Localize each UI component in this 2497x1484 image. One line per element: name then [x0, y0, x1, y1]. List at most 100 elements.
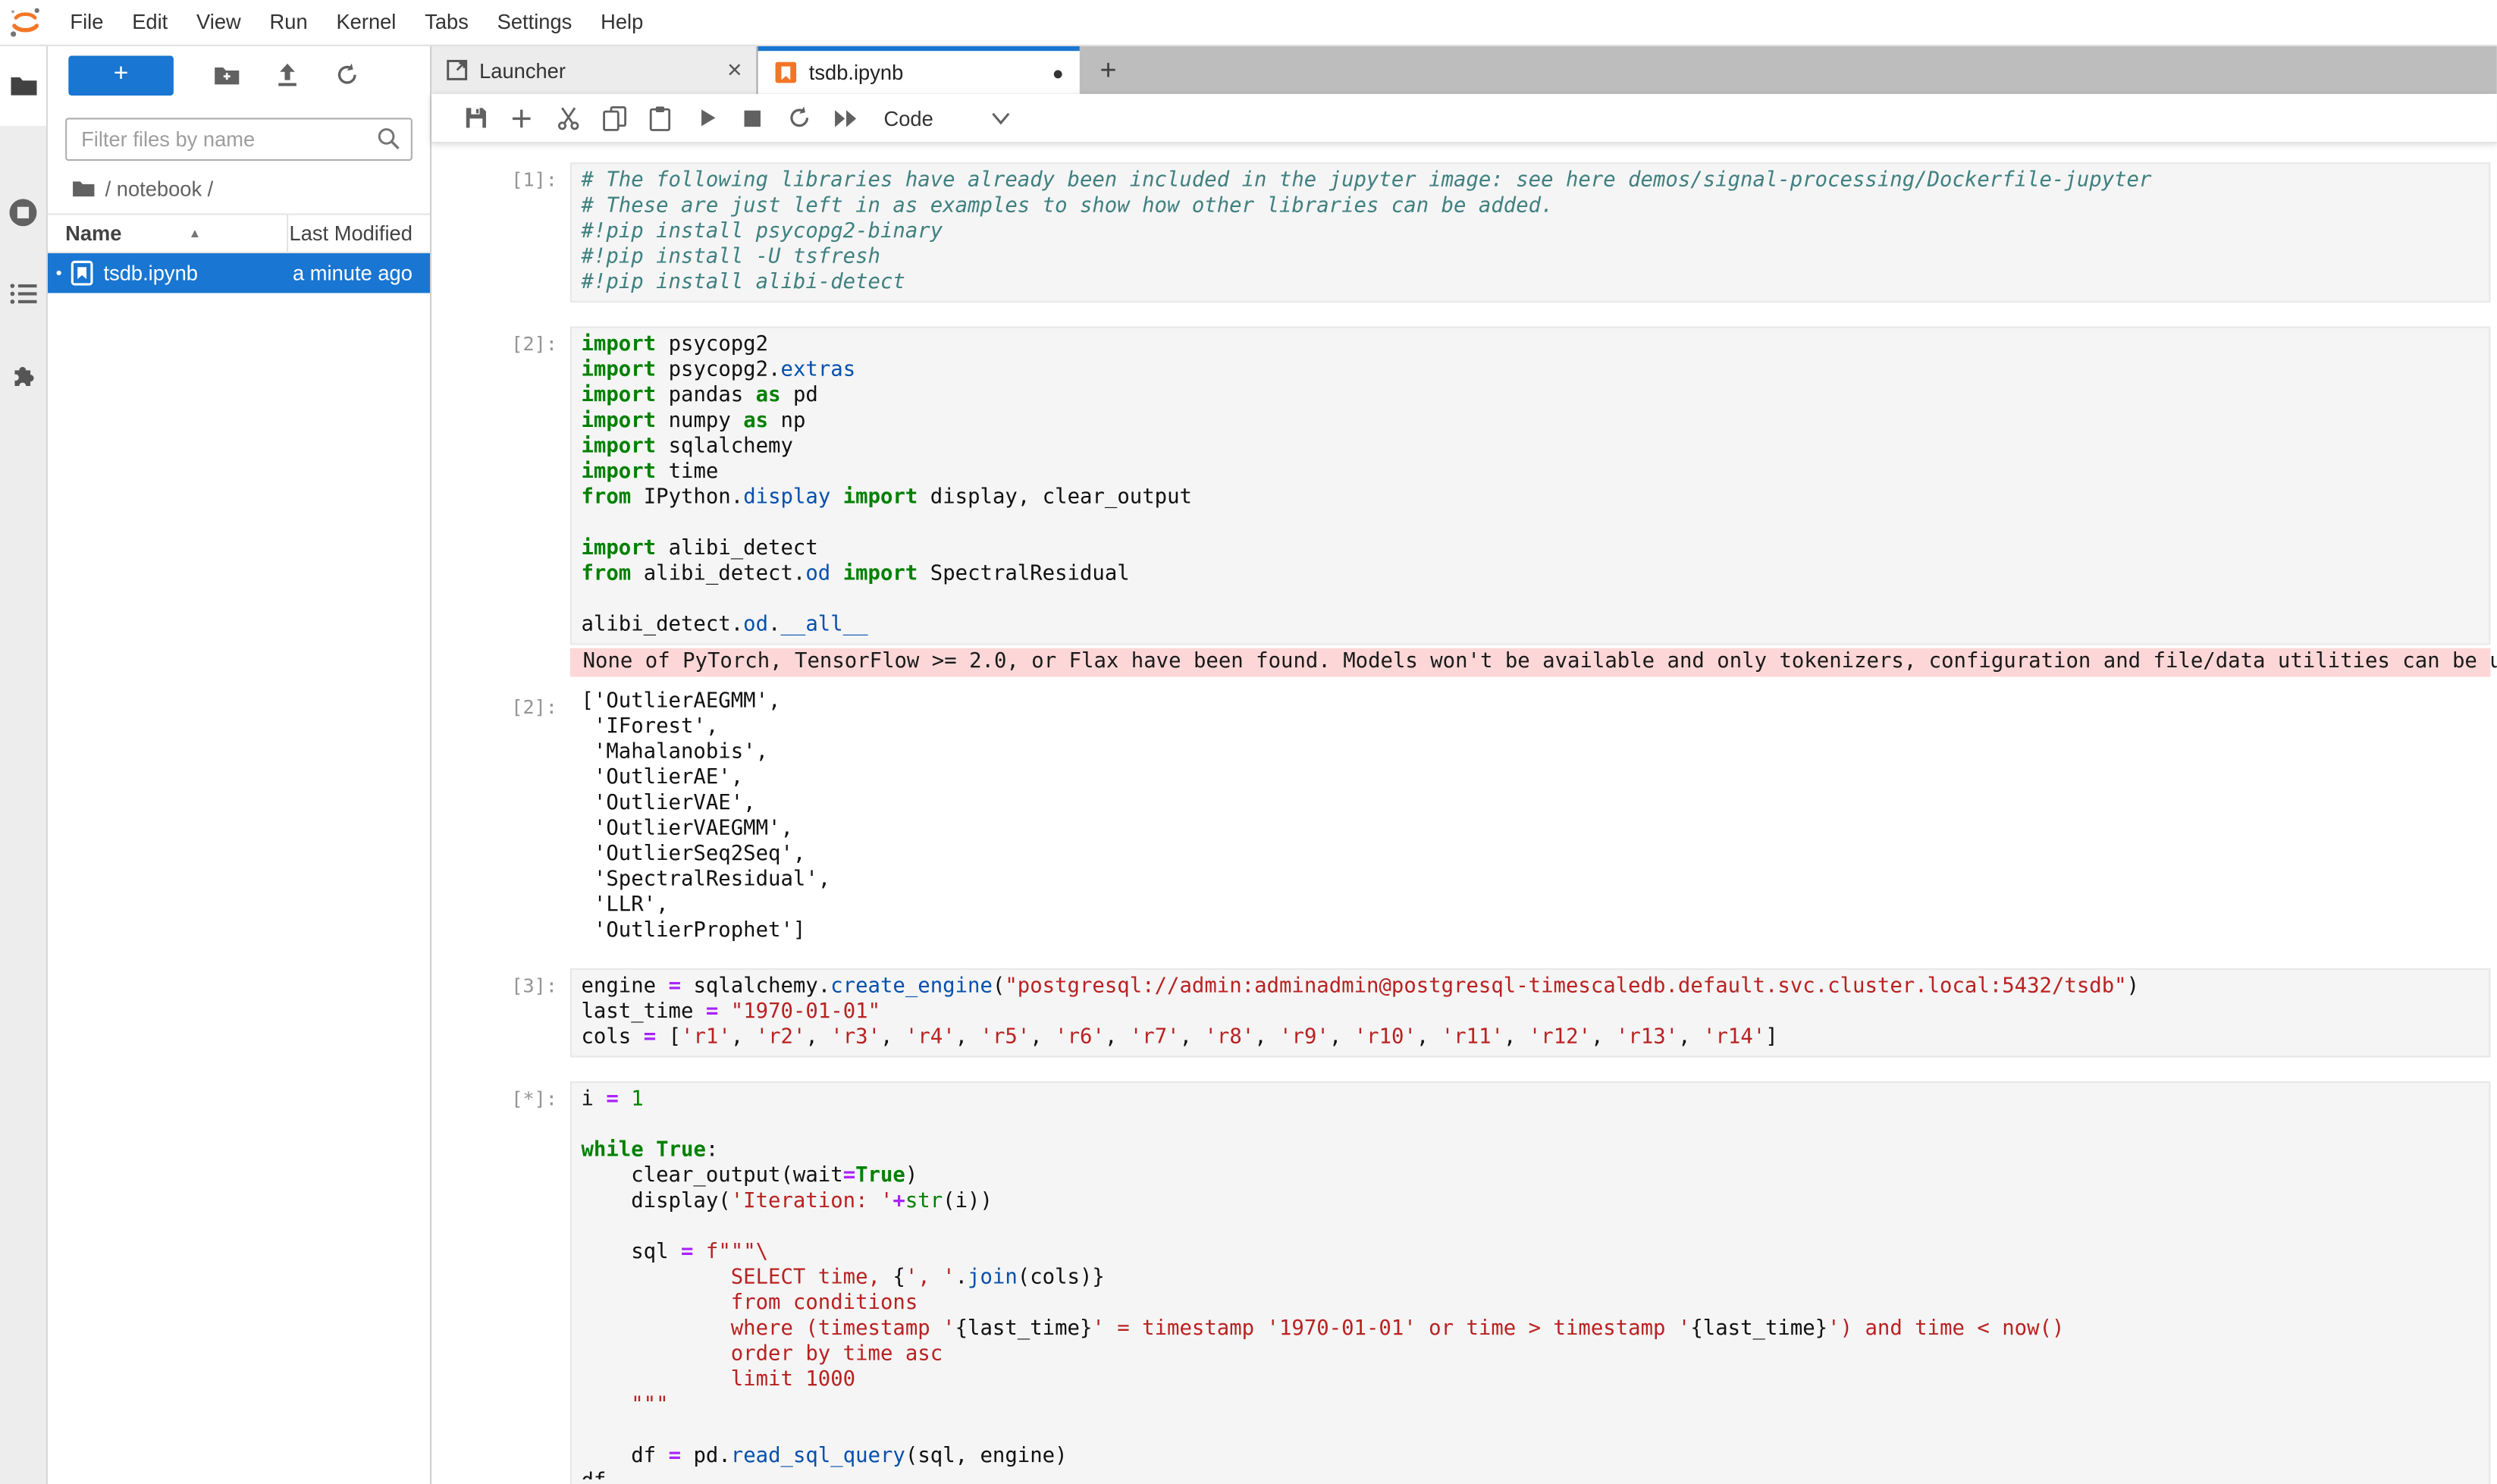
menu-item-edit[interactable]: Edit: [118, 0, 182, 45]
column-header-modified[interactable]: Last Modified: [290, 221, 413, 246]
restart-run-all-button[interactable]: [822, 99, 868, 136]
sidebar-tab-file-browser[interactable]: [0, 46, 46, 126]
stop-circle-icon: [8, 196, 39, 227]
cell-editor[interactable]: i = 1 while True: clear_output(wait=True…: [570, 1081, 2491, 1484]
menu-item-help[interactable]: Help: [586, 0, 657, 45]
code-line: import time: [581, 460, 2482, 486]
new-folder-button[interactable]: [202, 54, 250, 96]
code-line: last_time = "1970-01-01": [581, 1000, 2482, 1026]
run-cell-button[interactable]: [683, 99, 729, 136]
cell-output-prompt: [2]:: [502, 689, 570, 944]
file-list-header: Name ▲ Last Modified: [48, 213, 430, 253]
code-line: """: [581, 1393, 2482, 1419]
clipped-code-line: df: [581, 1470, 2482, 1479]
output-line: 'IForest',: [581, 715, 2490, 741]
save-button[interactable]: [452, 99, 498, 136]
code-line: alibi_detect.od.__all__: [581, 613, 2482, 638]
launcher-icon: [446, 59, 468, 81]
restart-kernel-button[interactable]: [776, 99, 822, 136]
close-icon[interactable]: ×: [727, 60, 742, 80]
menu-item-view[interactable]: View: [182, 0, 256, 45]
new-tab-button[interactable]: +: [1080, 46, 1137, 94]
left-activity-bar: [0, 46, 48, 1484]
output-line: 'OutlierVAEGMM',: [581, 817, 2490, 842]
copy-cells-button[interactable]: [591, 99, 637, 136]
code-line: import numpy as np: [581, 409, 2482, 435]
cell-type-dropdown[interactable]: Code: [884, 106, 1012, 130]
sidebar-tab-open-tabs[interactable]: [0, 258, 46, 328]
menu-item-tabs[interactable]: Tabs: [410, 0, 482, 45]
breadcrumb[interactable]: / notebook /: [48, 161, 430, 213]
file-name: tsdb.ipynb: [104, 261, 198, 285]
list-icon: [9, 281, 38, 306]
cell-input-prompt: [1]:: [502, 162, 570, 303]
code-line: [581, 1113, 2482, 1139]
cell-input-area: [1]: # The following libraries have alrea…: [431, 162, 2497, 303]
interrupt-kernel-button[interactable]: [729, 99, 776, 136]
main-area: Launcher × tsdb.ipynb ● +: [431, 46, 2497, 1484]
output-line: ['OutlierAEGMM',: [581, 689, 2490, 715]
paste-cells-button[interactable]: [637, 99, 683, 136]
file-browser-toolbar: +: [48, 46, 430, 104]
notebook-scroll-area[interactable]: [1]: # The following libraries have alrea…: [431, 143, 2497, 1484]
code-line: cols = ['r1', 'r2', 'r3', 'r4', 'r5', 'r…: [581, 1025, 2482, 1051]
menu-item-file[interactable]: File: [56, 0, 118, 45]
code-line: # The following libraries have already b…: [581, 169, 2482, 195]
tab-tsdb-notebook[interactable]: tsdb.ipynb ●: [758, 46, 1080, 94]
output-line: 'OutlierAE',: [581, 766, 2490, 792]
sidebar-tab-running-sessions[interactable]: [0, 177, 46, 246]
cell-editor[interactable]: import psycopg2import psycopg2.extrasimp…: [570, 326, 2491, 645]
output-line: 'SpectralResidual',: [581, 868, 2490, 894]
cell-editor[interactable]: engine = sqlalchemy.create_engine("postg…: [570, 968, 2491, 1058]
tab-label: tsdb.ipynb: [809, 61, 903, 85]
file-filter: [65, 118, 413, 161]
refresh-icon: [334, 62, 360, 88]
output-line: 'OutlierProphet']: [581, 919, 2490, 945]
code-line: [581, 1419, 2482, 1445]
code-line: where (timestamp '{last_time}' = timesta…: [581, 1317, 2482, 1343]
workspace: +: [0, 46, 2497, 1484]
file-filter-input[interactable]: [65, 118, 413, 161]
cell-editor[interactable]: # The following libraries have already b…: [570, 162, 2491, 303]
cell-output-area: [2]: ['OutlierAEGMM', 'IForest', 'Mahalan…: [431, 689, 2497, 944]
new-launcher-button[interactable]: +: [68, 55, 174, 95]
insert-cell-button[interactable]: [498, 99, 544, 136]
notebook-file-icon: [70, 259, 94, 287]
code-line: i = 1: [581, 1087, 2482, 1113]
upload-icon: [274, 62, 299, 88]
output-line: 'OutlierSeq2Seq',: [581, 842, 2490, 868]
cell-input-prompt: [2]:: [502, 326, 570, 645]
breadcrumb-path: / notebook /: [105, 177, 214, 200]
code-line: [581, 588, 2482, 613]
menu-item-settings[interactable]: Settings: [483, 0, 586, 45]
file-browser-panel: +: [48, 46, 431, 1484]
menu-item-kernel[interactable]: Kernel: [322, 0, 411, 45]
search-icon: [376, 126, 402, 152]
upload-button[interactable]: [262, 54, 310, 96]
code-line: # These are just left in as examples to …: [581, 194, 2482, 220]
notebook-icon: [774, 61, 798, 85]
save-icon: [463, 105, 488, 131]
cut-cells-button[interactable]: [544, 99, 591, 136]
code-cell: [2]:import psycopg2import psycopg2.extra…: [431, 326, 2497, 944]
restart-icon: [786, 105, 811, 131]
stderr-output: None of PyTorch, TensorFlow >= 2.0, or F…: [570, 648, 2491, 677]
cell-input-area: [2]:import psycopg2import psycopg2.extra…: [431, 326, 2497, 645]
new-folder-icon: [212, 63, 240, 87]
column-header-name[interactable]: Name: [48, 221, 121, 246]
sidebar-tab-extensions[interactable]: [0, 339, 46, 409]
tab-launcher[interactable]: Launcher ×: [431, 46, 758, 94]
refresh-files-button[interactable]: [323, 54, 371, 96]
stop-icon: [742, 108, 763, 128]
cell-type-value: Code: [884, 106, 933, 130]
tab-label: Launcher: [479, 58, 566, 83]
code-line: SELECT time, {', '.join(cols)}: [581, 1266, 2482, 1291]
jupyter-logo-icon: [8, 5, 43, 39]
folder-icon: [9, 74, 38, 99]
menu-item-run[interactable]: Run: [256, 0, 322, 45]
code-line: import psycopg2: [581, 333, 2482, 359]
code-line: #!pip install -U tsfresh: [581, 245, 2482, 271]
code-line: import sqlalchemy: [581, 435, 2482, 460]
output-line: 'Mahalanobis',: [581, 740, 2490, 766]
file-row-selected[interactable]: • tsdb.ipynb a minute ago: [48, 253, 430, 293]
